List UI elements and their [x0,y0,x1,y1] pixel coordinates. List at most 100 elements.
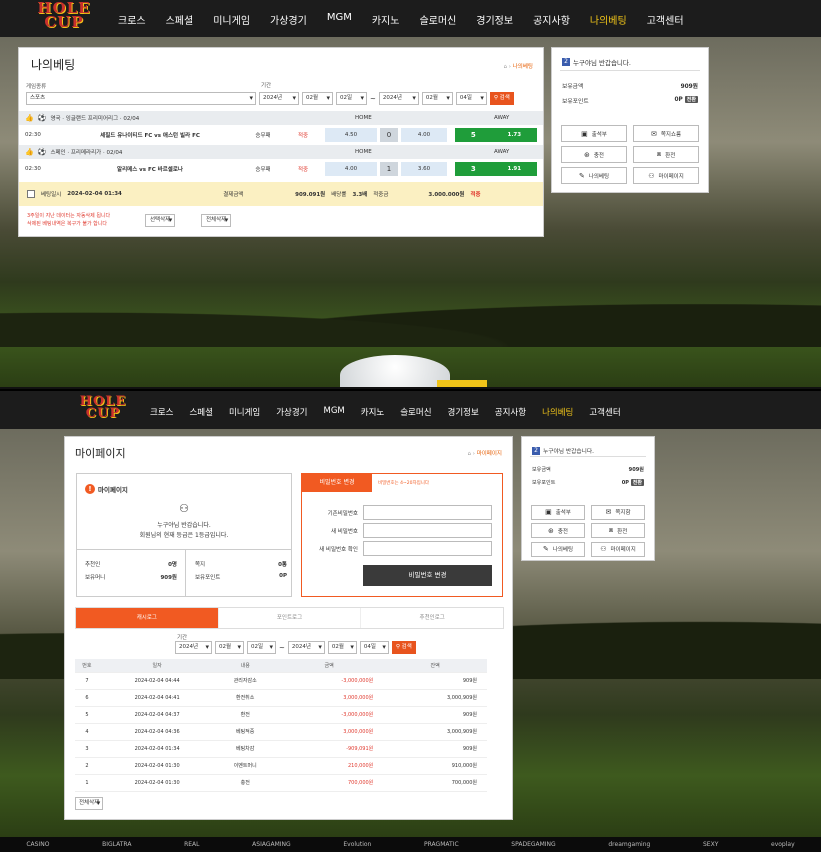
nav-item-9[interactable]: 나의베팅 [590,12,627,27]
log-tab-2[interactable]: 추천인로그 [360,608,503,628]
logo-line2: CUP [44,12,84,31]
logo-2[interactable]: HOLE CUP [68,395,138,419]
picked-odds[interactable]: 3 1.91 [455,162,537,176]
search-icon: ⚲ [395,644,402,650]
provider-logo: evoplay [771,841,795,848]
nav-item-1[interactable]: 스페셜 [166,12,194,27]
nav-item-6[interactable]: 슬로머신 [419,12,456,27]
log-delete-all-button[interactable]: 전체삭제 [75,797,104,810]
side-btn-출석부[interactable]: ▣ 출석부 [561,125,627,142]
nav-item-2[interactable]: 미니게임 [213,12,250,27]
side-btn-마이페이지[interactable]: ⚇ 마이페이지 [633,167,699,184]
password-tab[interactable]: 비밀번호 변경 [302,474,372,492]
home-icon[interactable]: ⌂ [504,64,508,70]
to-day-select[interactable]: 04일 [455,92,487,105]
nav-item-2[interactable]: 미니게임 [229,406,260,418]
home-icon[interactable]: ⌂ [467,451,471,457]
log-from-month[interactable]: 02월 [215,641,244,654]
nav-item-8[interactable]: 공지사항 [533,12,570,27]
away-odds[interactable]: 3.60 [401,162,447,176]
from-year-select[interactable]: 2024년 [259,92,299,105]
nav-item-5[interactable]: 카지노 [361,406,384,418]
log-tab-0[interactable]: 캐시로그 [76,608,218,628]
nav-item-0[interactable]: 크로스 [118,12,146,27]
side-btn-label: 충전 [593,152,604,159]
bet-date: 2024-02-04 01:34 [67,191,122,197]
draw-odds[interactable]: 1 [380,162,398,176]
log-search-button[interactable]: ⚲ 검색 [391,641,416,654]
mypage-title: 마이페이지 [75,447,126,460]
change-password-button[interactable]: 비밀번호 변경 [363,565,492,586]
nav-item-3[interactable]: 가상경기 [276,406,307,418]
top-header: HOLE CUP 크로스 스페셜 미니게임 가상경기 MGM 카지노 슬로머신 경기정보 공지사… [0,0,821,37]
nav-item-6[interactable]: 슬로머신 [400,406,431,418]
side-btn-충전[interactable]: ⊛ 충전 [531,523,585,539]
from-month-select[interactable]: 02월 [302,92,333,105]
log-to-year[interactable]: 2024년 [287,641,325,654]
delete-all-button[interactable]: 전체삭제 [201,214,232,227]
nav-item-4[interactable]: MGM [327,12,352,27]
nav-item-10[interactable]: 고객센터 [647,12,684,27]
side-btn-나의베팅[interactable]: ✎ 나의베팅 [531,541,585,557]
table-row: 6 2024-02-04 04:41 환전취소 3,000,000원 3,000,909… [75,689,487,707]
win-label: 적중금 [373,192,389,198]
col-header: 금액 [274,659,384,673]
log-tab-1[interactable]: 포인트로그 [217,608,361,628]
draw-odds[interactable]: 0 [380,128,398,142]
side-btn-나의베팅[interactable]: ✎ 나의베팅 [561,167,627,184]
side-btn-환전[interactable]: ⧈ 환전 [591,523,645,539]
nav-item-7[interactable]: 경기정보 [476,12,513,27]
side-btn-출석부[interactable]: ▣ 출석부 [531,504,585,520]
side-btn-쪽지쇼룸[interactable]: ✉ 쪽지쇼룸 [633,125,699,142]
nav-item-8[interactable]: 공지사항 [495,406,526,418]
bet-checkbox[interactable] [27,190,35,198]
search-button[interactable]: ⚲ 검색 [489,92,514,105]
log-from-day[interactable]: 02일 [247,641,276,654]
log-to-month[interactable]: 02월 [327,641,357,654]
side-btn-쪽지함[interactable]: ✉ 쪽지함 [591,504,645,520]
to-year-select[interactable]: 2024년 [378,92,419,105]
provider-logo: dreamgaming [608,841,651,848]
logo[interactable]: HOLE CUP [24,1,104,31]
home-odds[interactable]: 4.00 [325,162,377,176]
log-from-year[interactable]: 2024년 [175,641,212,654]
nav-item-4[interactable]: MGM [324,406,345,418]
cell: 2024-02-04 01:34 [98,740,216,758]
game-type-select[interactable]: 스포츠 [26,92,256,105]
period-label-2: 기간 [177,635,188,641]
pw-input-2[interactable] [363,541,492,556]
cash-log-table-wrap: 번호 일자 내용 금액 잔액 7 2024-02-04 04:44 관리자감소 -3,000,0… [75,659,487,792]
game-type-label: 게임종류 [26,84,47,90]
nav-item-7[interactable]: 경기정보 [448,406,479,418]
nav-item-10[interactable]: 고객센터 [589,406,620,418]
cell: 2024-02-04 04:36 [98,723,216,741]
log-to-day[interactable]: 04일 [359,641,389,654]
bet-time: 02:30 [25,166,41,172]
nav-item-3[interactable]: 가상경기 [270,12,307,27]
like-icon[interactable]: 👍 [25,114,34,122]
convert-button[interactable]: 전환 [684,96,698,103]
convert-button[interactable]: 전환 [630,479,644,487]
log-tabs: 캐시로그 포인트로그 추천인로그 [75,607,504,629]
like-icon[interactable]: 👍 [25,148,34,156]
pw-field-label: 새 비밀번호 확인 [319,547,358,553]
pw-input-0[interactable] [363,505,492,520]
nav-item-9[interactable]: 나의베팅 [542,406,573,418]
nav-item-1[interactable]: 스페셜 [189,406,212,418]
pw-input-1[interactable] [363,523,492,538]
away-odds[interactable]: 4.00 [401,128,447,142]
picked-odds[interactable]: 5 1.73 [455,128,537,142]
side-btn-충전[interactable]: ⊛ 충전 [561,146,627,163]
nav-item-5[interactable]: 카지노 [372,12,400,27]
balance-value: 909원 [680,84,698,90]
side-btn-환전[interactable]: ⧈ 환전 [633,146,699,163]
side-btn-마이페이지[interactable]: ⚇ 마이페이지 [591,541,645,557]
from-day-select[interactable]: 02일 [336,92,367,105]
pick-odds-value: 1.91 [507,166,522,172]
to-month-select[interactable]: 02월 [421,92,453,105]
cell: 환전 [215,706,275,724]
nav-item-0[interactable]: 크로스 [150,406,173,418]
home-odds[interactable]: 4.50 [325,128,377,142]
pw-field-label: 기존비밀번호 [327,511,358,517]
select-delete-button[interactable]: 선택삭제 [145,214,176,227]
